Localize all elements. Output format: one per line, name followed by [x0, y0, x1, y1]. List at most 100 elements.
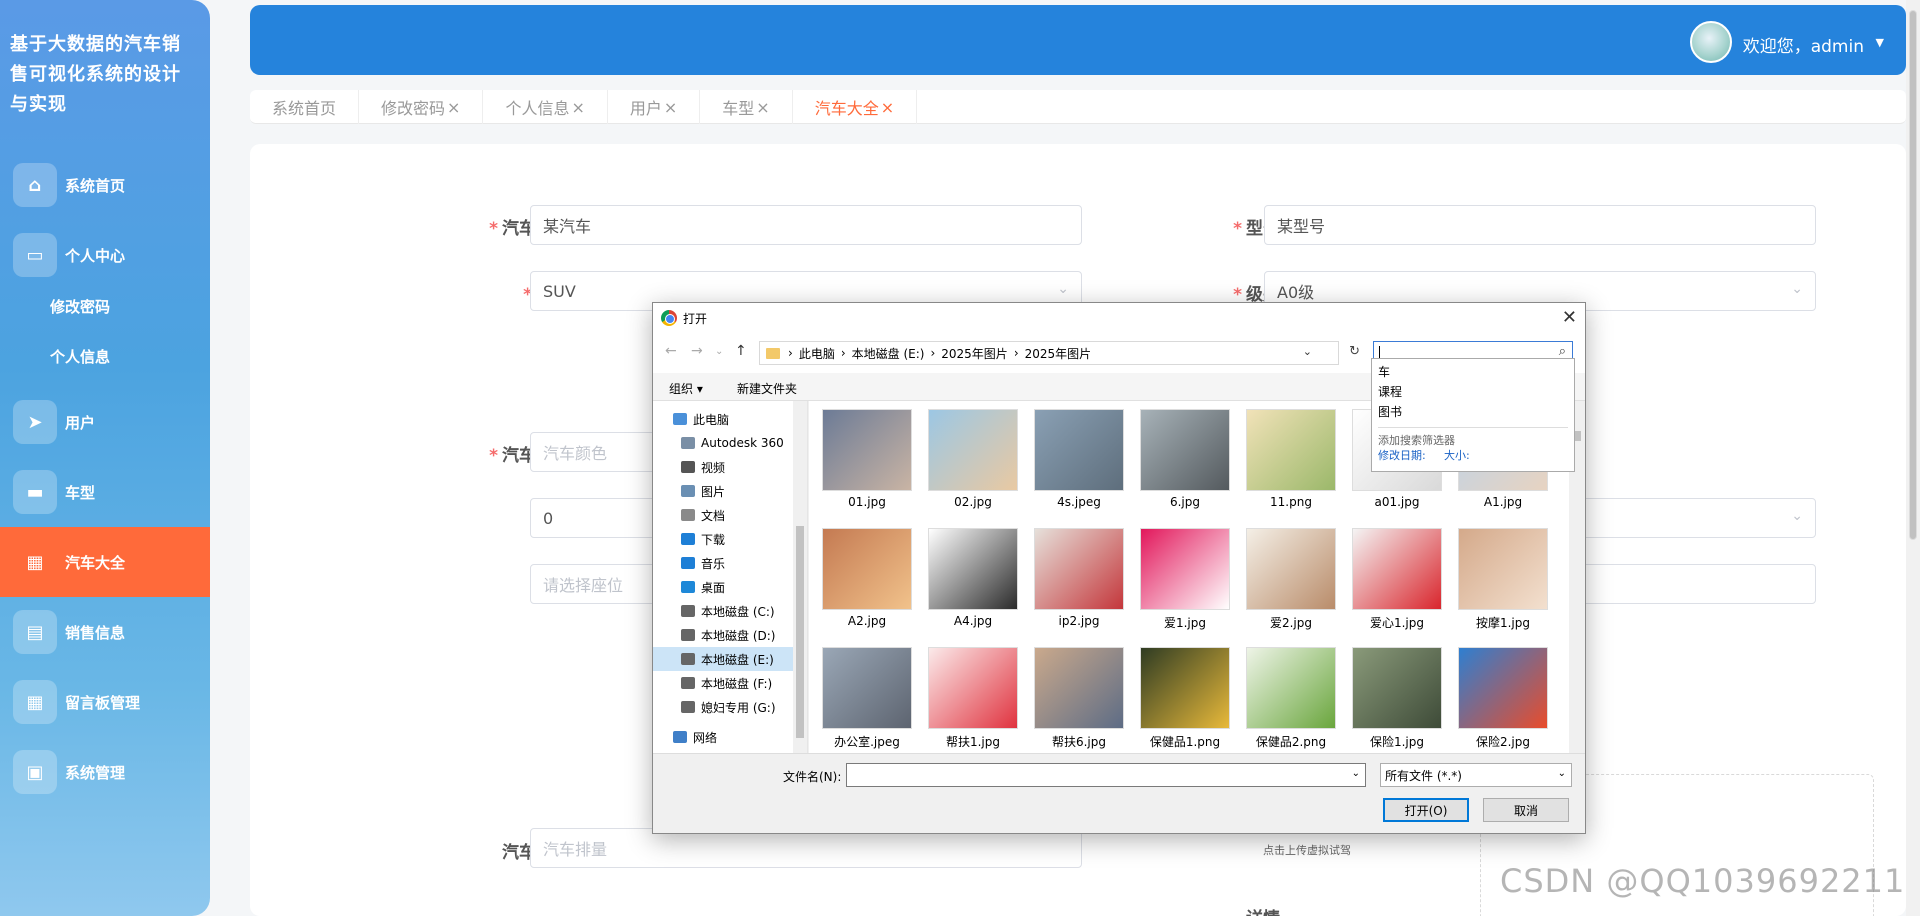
file-item[interactable]: ip2.jpg — [1031, 528, 1127, 628]
filename-input[interactable]: ⌄ — [846, 763, 1366, 787]
caret-down-icon[interactable]: ▼ — [1876, 36, 1884, 49]
sidebar-item-users[interactable]: ➤ 用户 — [0, 387, 210, 457]
nav-item[interactable]: 本地磁盘 (D:) — [681, 623, 775, 647]
filetype-select[interactable]: 所有文件 (*.*) ⌄ — [1380, 763, 1572, 787]
tab-car-catalog[interactable]: 汽车大全 × — [793, 90, 918, 124]
up-arrow-icon[interactable]: ↑ — [735, 343, 747, 359]
file-item[interactable]: 爱1.jpg — [1137, 528, 1233, 631]
nav-item[interactable]: 本地磁盘 (E:) — [653, 647, 793, 671]
open-button[interactable]: 打开(O) — [1383, 798, 1469, 822]
new-folder-button[interactable]: 新建文件夹 — [737, 380, 797, 397]
dialog-footer: 文件名(N): ⌄ 所有文件 (*.*) ⌄ 打开(O) 取消 — [653, 753, 1585, 833]
breadcrumb-item[interactable]: 2025年图片 — [1025, 345, 1092, 362]
nav-scrollbar[interactable] — [793, 401, 807, 753]
organize-button[interactable]: 组织 ▾ — [669, 380, 703, 397]
nav-item[interactable]: 文档 — [681, 503, 725, 527]
file-item[interactable]: 保险2.jpg — [1455, 647, 1551, 750]
filter-date-link[interactable]: 修改日期: — [1378, 447, 1426, 463]
scrollbar-thumb[interactable] — [1909, 10, 1917, 540]
file-item[interactable]: 01.jpg — [819, 409, 915, 509]
nav-item[interactable]: 本地磁盘 (C:) — [681, 599, 775, 623]
nav-item[interactable]: 此电脑 — [673, 407, 729, 431]
nav-item[interactable]: 媳妇专用 (G:) — [681, 695, 776, 719]
breadcrumb-item[interactable]: 本地磁盘 (E:) — [852, 345, 925, 362]
nav-item[interactable]: 下载 — [681, 527, 725, 551]
file-item[interactable]: A4.jpg — [925, 528, 1021, 628]
nav-item[interactable]: 视频 — [681, 455, 725, 479]
file-item[interactable]: A2.jpg — [819, 528, 915, 628]
nav-item[interactable]: 网络 — [673, 725, 717, 749]
grid-icon: ▦ — [26, 551, 44, 573]
file-item[interactable]: 保健品1.png — [1137, 647, 1233, 750]
close-icon[interactable]: × — [571, 98, 584, 117]
cancel-button[interactable]: 取消 — [1483, 798, 1569, 822]
close-icon[interactable]: ✕ — [1562, 307, 1577, 328]
back-arrow-icon[interactable]: ← — [665, 343, 677, 359]
avatar[interactable] — [1690, 21, 1732, 63]
file-item[interactable]: 帮扶1.jpg — [925, 647, 1021, 750]
sidebar-item-system[interactable]: ▣ 系统管理 — [0, 737, 210, 807]
tab-users[interactable]: 用户 × — [608, 90, 701, 124]
drive-icon — [681, 605, 695, 617]
chevron-down-icon[interactable]: ⌄ — [715, 346, 723, 357]
nav-item[interactable]: 图片 — [681, 479, 725, 503]
sidebar-item-car-catalog[interactable]: ▦ 汽车大全 — [0, 527, 210, 597]
file-thumbnail — [822, 409, 912, 491]
path-breadcrumb[interactable]: › 此电脑 › 本地磁盘 (E:) › 2025年图片 › 2025年图片 ⌄ … — [759, 341, 1360, 365]
file-item[interactable]: 按摩1.jpg — [1455, 528, 1551, 631]
welcome-text[interactable]: 欢迎您，admin — [1743, 32, 1864, 57]
file-item[interactable]: 帮扶6.jpg — [1031, 647, 1127, 750]
forward-arrow-icon[interactable]: → — [691, 343, 703, 359]
tab-change-password[interactable]: 修改密码 × — [359, 90, 484, 124]
chevron-down-icon[interactable]: ⌄ — [1352, 768, 1360, 779]
search-icon[interactable]: ⌕ — [1559, 344, 1566, 359]
file-name: 爱1.jpg — [1163, 616, 1207, 630]
sidebar-item-car-types[interactable]: ▬ 车型 — [0, 457, 210, 527]
chevron-down-icon[interactable]: ⌄ — [1303, 345, 1312, 358]
tab-car-types[interactable]: 车型 × — [700, 90, 793, 124]
page-scrollbar[interactable] — [1906, 0, 1920, 916]
file-item[interactable]: 办公室.jpeg — [819, 647, 915, 750]
nav-item[interactable]: 本地磁盘 (F:) — [681, 671, 772, 695]
file-item[interactable]: 保健品2.png — [1243, 647, 1339, 750]
breadcrumb-item[interactable]: 2025年图片 — [941, 345, 1008, 362]
file-item[interactable]: 6.jpg — [1137, 409, 1233, 509]
close-icon[interactable]: × — [664, 98, 677, 117]
suggestion-item[interactable]: 课程 — [1378, 383, 1402, 400]
sidebar-item-personal-center[interactable]: ▭ 个人中心 — [0, 220, 210, 290]
breadcrumb-item[interactable]: 此电脑 — [799, 345, 835, 362]
file-item[interactable]: 02.jpg — [925, 409, 1021, 509]
sidebar-item-message-board[interactable]: ▦ 留言板管理 — [0, 667, 210, 737]
image-icon: ▬ — [13, 470, 57, 514]
file-item[interactable]: 保险1.jpg — [1349, 647, 1445, 750]
file-item[interactable]: 爱2.jpg — [1243, 528, 1339, 631]
sidebar-item-home[interactable]: ⌂ 系统首页 — [0, 150, 210, 220]
close-icon[interactable]: × — [756, 98, 769, 117]
refresh-icon[interactable]: ↻ — [1349, 344, 1360, 359]
suggestion-item[interactable]: 车 — [1378, 363, 1390, 380]
scrollbar-thumb[interactable] — [796, 526, 804, 738]
displacement-input[interactable]: 汽车排量 — [530, 828, 1082, 868]
sidebar-item-sales[interactable]: ▤ 销售信息 — [0, 597, 210, 667]
sidebar: 基于大数据的汽车销售可视化系统的设计与实现 ⌂ 系统首页 ▭ 个人中心 修改密码… — [0, 0, 210, 916]
nav-item-label: 本地磁盘 (D:) — [701, 628, 776, 643]
tab-label: 系统首页 — [272, 99, 337, 118]
sidebar-subitem-personal-info[interactable]: 个人信息 — [50, 346, 110, 367]
file-item[interactable]: 爱心1.jpg — [1349, 528, 1445, 631]
sidebar-subitem-change-password[interactable]: 修改密码 — [50, 296, 110, 317]
model-input[interactable]: 某型号 — [1264, 205, 1816, 245]
close-icon[interactable]: × — [447, 98, 460, 117]
nav-item[interactable]: Autodesk 360 — [681, 431, 784, 455]
nav-item[interactable]: 桌面 — [681, 575, 725, 599]
file-thumbnail — [1034, 528, 1124, 610]
file-thumbnail — [928, 409, 1018, 491]
close-icon[interactable]: × — [881, 98, 894, 117]
file-item[interactable]: 11.png — [1243, 409, 1339, 509]
nav-item[interactable]: 音乐 — [681, 551, 725, 575]
car-name-input[interactable]: 某汽车 — [530, 205, 1082, 245]
file-item[interactable]: 4s.jpeg — [1031, 409, 1127, 509]
tab-home[interactable]: 系统首页 — [250, 90, 360, 124]
filter-size-link[interactable]: 大小: — [1444, 447, 1470, 463]
suggestion-item[interactable]: 图书 — [1378, 403, 1402, 420]
tab-personal-info[interactable]: 个人信息 × — [483, 90, 608, 124]
